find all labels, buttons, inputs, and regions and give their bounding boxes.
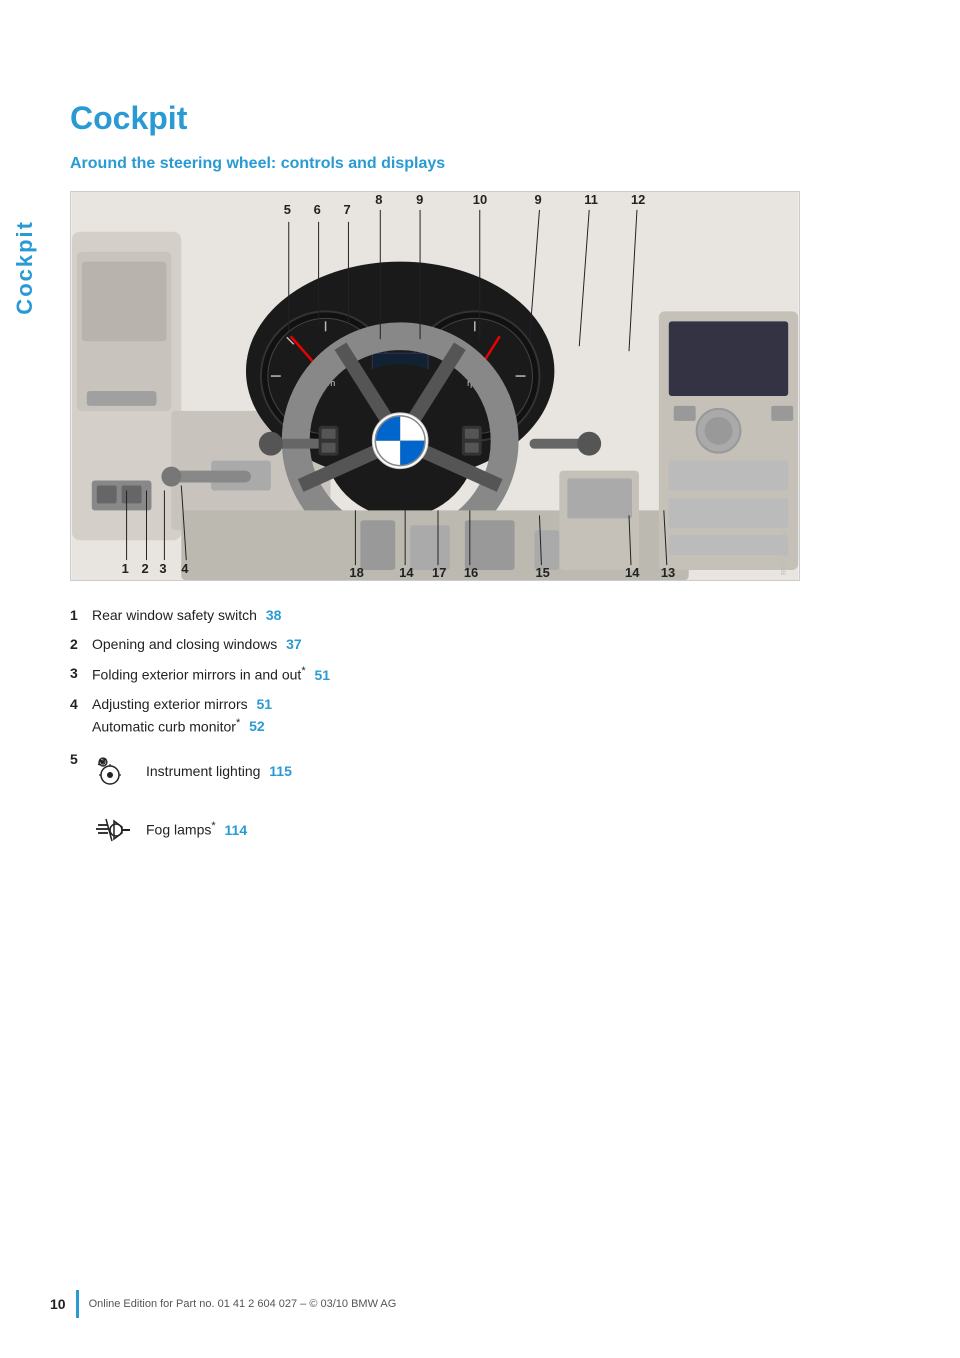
svg-text:12: 12 xyxy=(631,192,645,207)
svg-text:REC_0100037: REC_0100037 xyxy=(781,529,788,575)
footer-copyright: Online Edition for Part no. 01 41 2 604 … xyxy=(89,1298,397,1310)
footer: 10 Online Edition for Part no. 01 41 2 6… xyxy=(50,1290,900,1318)
item-text-1: Rear window safety switch 38 xyxy=(92,605,900,626)
item-page-link-5b[interactable]: 114 xyxy=(225,822,248,838)
svg-text:9: 9 xyxy=(416,192,423,207)
svg-text:15: 15 xyxy=(535,565,549,580)
item-number-2: 2 xyxy=(70,634,92,655)
svg-text:7: 7 xyxy=(343,202,350,217)
item-5-content: Instrument lighting 115 xyxy=(92,751,292,849)
item-5-line-2: Fog lamps* 114 xyxy=(92,809,292,849)
page-container: Cockpit Cockpit Around the steering whee… xyxy=(0,0,960,1358)
svg-text:14: 14 xyxy=(399,565,414,580)
item-number-1: 1 xyxy=(70,605,92,626)
list-item: 4 Adjusting exterior mirrors 51 Automati… xyxy=(70,694,900,738)
item-5-foglamps-label: Fog lamps* 114 xyxy=(146,820,247,838)
item-5-instrument-label: Instrument lighting 115 xyxy=(146,763,292,779)
item-number-5: 5 xyxy=(70,751,92,767)
instrument-lighting-icon xyxy=(92,751,136,791)
svg-text:9: 9 xyxy=(534,192,541,207)
svg-text:3: 3 xyxy=(159,561,166,576)
svg-text:10: 10 xyxy=(473,192,487,207)
list-item-5: 5 xyxy=(70,751,900,849)
item-text-4: Adjusting exterior mirrors 51 Automatic … xyxy=(92,694,900,738)
footer-divider xyxy=(76,1290,79,1318)
sidebar: Cockpit xyxy=(0,0,50,1358)
page-title: Cockpit xyxy=(70,100,900,137)
svg-text:2: 2 xyxy=(142,561,149,576)
svg-text:11: 11 xyxy=(584,192,598,207)
list-item: 3 Folding exterior mirrors in and out* 5… xyxy=(70,663,900,686)
item-page-link-1[interactable]: 38 xyxy=(266,607,282,623)
list-item: 2 Opening and closing windows 37 xyxy=(70,634,900,655)
svg-text:6: 6 xyxy=(314,202,321,217)
item-page-link-3[interactable]: 51 xyxy=(314,667,330,683)
cockpit-diagram: km/h rpm 0 km xyxy=(70,191,800,581)
svg-text:1: 1 xyxy=(122,561,129,576)
item-page-link-2[interactable]: 37 xyxy=(286,636,302,652)
item-text-2: Opening and closing windows 37 xyxy=(92,634,900,655)
item-page-link-5a[interactable]: 115 xyxy=(269,763,292,779)
sidebar-label: Cockpit xyxy=(12,220,38,315)
fog-lamps-icon xyxy=(92,809,136,849)
item-list: 1 Rear window safety switch 38 2 Opening… xyxy=(70,605,900,849)
item-page-link-4[interactable]: 51 xyxy=(257,696,273,712)
item-text-3: Folding exterior mirrors in and out* 51 xyxy=(92,663,900,686)
svg-text:5: 5 xyxy=(284,202,291,217)
item-number-3: 3 xyxy=(70,663,92,684)
svg-text:14: 14 xyxy=(625,565,640,580)
list-item: 1 Rear window safety switch 38 xyxy=(70,605,900,626)
section-subtitle: Around the steering wheel: controls and … xyxy=(70,155,900,173)
page-number: 10 xyxy=(50,1296,66,1312)
item-page-link-4b[interactable]: 52 xyxy=(249,718,265,734)
svg-text:17: 17 xyxy=(432,565,446,580)
item-5-line-1: Instrument lighting 115 xyxy=(92,751,292,791)
svg-text:4: 4 xyxy=(181,561,189,576)
svg-text:8: 8 xyxy=(375,192,382,207)
svg-text:13: 13 xyxy=(661,565,675,580)
cockpit-svg-image: km/h rpm 0 km xyxy=(71,192,799,580)
item-number-4: 4 xyxy=(70,694,92,715)
main-content: Cockpit Around the steering wheel: contr… xyxy=(50,0,960,1358)
svg-text:16: 16 xyxy=(464,565,478,580)
svg-text:18: 18 xyxy=(349,565,363,580)
